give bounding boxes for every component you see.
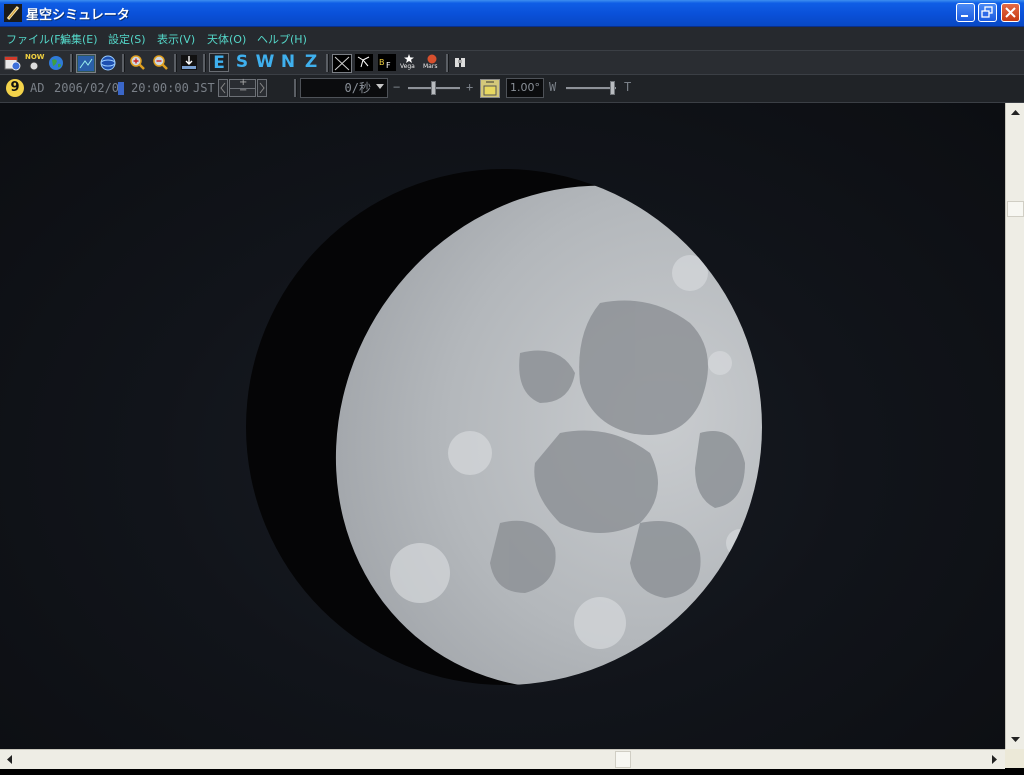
globe-icon[interactable] bbox=[47, 54, 65, 71]
scroll-up-button[interactable] bbox=[1007, 104, 1024, 121]
scroll-right-button[interactable] bbox=[986, 751, 1003, 768]
chevron-left-icon bbox=[220, 82, 226, 94]
app-icon[interactable] bbox=[4, 4, 22, 22]
menu-settings[interactable]: 設定(S) bbox=[108, 31, 146, 47]
scroll-down-button[interactable] bbox=[1007, 731, 1024, 748]
rate-plus-label: + bbox=[466, 80, 474, 94]
zoom-slider-track[interactable] bbox=[566, 87, 616, 90]
arrow-left-icon bbox=[7, 755, 12, 764]
vega-button[interactable]: Vega bbox=[400, 54, 418, 71]
chevron-right-icon bbox=[259, 82, 265, 94]
horizontal-scrollbar[interactable] bbox=[0, 749, 1005, 769]
time-back-button[interactable] bbox=[218, 79, 228, 97]
toolbar-separator bbox=[174, 54, 177, 72]
restore-icon bbox=[981, 6, 993, 18]
chart-mode-icon[interactable] bbox=[76, 54, 96, 73]
toolbar-separator bbox=[203, 54, 206, 72]
now-label: NOW bbox=[25, 53, 45, 61]
window-title: 星空シミュレータ bbox=[26, 8, 130, 23]
time-control-bar: 9 AD 2006/02/0 20:00:00 JST + − 0/秒 − + … bbox=[0, 75, 1024, 103]
arrow-right-icon bbox=[992, 755, 997, 764]
direction-zenith-button[interactable]: Z bbox=[301, 53, 321, 72]
menu-file[interactable]: ファイル(F) bbox=[6, 31, 65, 47]
toolbar-separator bbox=[122, 54, 125, 72]
arrow-up-icon bbox=[1011, 110, 1020, 115]
menu-edit[interactable]: 編集(E) bbox=[60, 31, 98, 47]
star-icon bbox=[404, 54, 414, 63]
zoom-wide-label: W bbox=[549, 80, 557, 94]
close-icon bbox=[1005, 7, 1016, 18]
zoom-out-icon[interactable] bbox=[151, 54, 169, 71]
sky-canvas[interactable] bbox=[0, 103, 1005, 749]
time-rate-select[interactable]: 0/秒 bbox=[300, 78, 388, 98]
names-icon[interactable]: B F bbox=[378, 54, 396, 71]
vega-label: Vega bbox=[400, 63, 415, 70]
scrollbar-corner bbox=[1005, 749, 1024, 768]
horizon-icon[interactable] bbox=[180, 54, 198, 71]
title-bar[interactable]: 星空シミュレータ bbox=[0, 0, 1024, 27]
constellation-icon[interactable] bbox=[355, 54, 373, 71]
toolbar-separator bbox=[70, 54, 73, 72]
direction-south-button[interactable]: S bbox=[232, 53, 252, 72]
moon-lit-side bbox=[335, 185, 762, 685]
clock-icon bbox=[29, 61, 39, 71]
zoom-in-icon[interactable] bbox=[128, 54, 146, 71]
toolbar-separator bbox=[294, 79, 297, 97]
vertical-scrollbar[interactable] bbox=[1005, 103, 1024, 749]
moon-age-badge: 9 bbox=[6, 79, 24, 97]
minimize-button[interactable] bbox=[956, 3, 975, 22]
spinner-minus: − bbox=[239, 85, 248, 96]
time-field[interactable]: 20:00:00 bbox=[131, 81, 189, 95]
calendar-icon[interactable] bbox=[3, 54, 21, 71]
toolbar-separator bbox=[446, 54, 449, 72]
menu-bar: ファイル(F) 編集(E) 設定(S) 表示(V) 天体(O) ヘルプ(H) bbox=[0, 27, 1024, 51]
sky-view[interactable] bbox=[0, 103, 1005, 749]
close-button[interactable] bbox=[1001, 3, 1020, 22]
zoom-tele-label: T bbox=[624, 80, 632, 94]
zoom-slider-thumb[interactable] bbox=[610, 81, 615, 95]
horizontal-scroll-thumb[interactable] bbox=[615, 751, 631, 768]
timezone-label: JST bbox=[193, 81, 215, 95]
direction-west-button[interactable]: W bbox=[255, 53, 275, 72]
moon[interactable] bbox=[239, 103, 919, 749]
date-field[interactable]: 2006/02/0 bbox=[54, 81, 119, 95]
direction-east-button[interactable]: E bbox=[209, 53, 229, 73]
toolbar: NOW E S W N Z B F Vega Mars bbox=[0, 51, 1024, 75]
menu-view[interactable]: 表示(V) bbox=[157, 31, 195, 47]
minimize-icon bbox=[961, 15, 968, 17]
fov-field[interactable]: 1.00° bbox=[506, 78, 544, 98]
scroll-left-button[interactable] bbox=[1, 751, 18, 768]
menu-help[interactable]: ヘルプ(H) bbox=[257, 31, 307, 47]
menu-objects[interactable]: 天体(O) bbox=[207, 31, 246, 47]
restore-button[interactable] bbox=[978, 3, 997, 22]
sphere-view-icon[interactable] bbox=[99, 54, 117, 71]
binoculars-icon[interactable] bbox=[451, 54, 469, 71]
era-label: AD bbox=[30, 81, 45, 95]
arrow-down-icon bbox=[1011, 737, 1020, 742]
toolbar-separator bbox=[326, 54, 329, 72]
mars-button[interactable]: Mars bbox=[423, 54, 441, 71]
svg-text:F: F bbox=[386, 61, 391, 70]
rate-slider-thumb[interactable] bbox=[431, 81, 436, 95]
direction-north-button[interactable]: N bbox=[278, 53, 298, 72]
now-button[interactable]: NOW bbox=[24, 53, 45, 71]
vertical-scroll-thumb[interactable] bbox=[1007, 201, 1024, 217]
text-cursor bbox=[118, 82, 124, 95]
time-step-spinner[interactable]: + − bbox=[229, 77, 256, 97]
field-of-view-icon[interactable] bbox=[480, 79, 500, 98]
svg-text:B: B bbox=[379, 58, 385, 67]
rate-minus-label: − bbox=[393, 80, 401, 94]
star-field-icon[interactable] bbox=[332, 54, 352, 73]
chevron-down-icon[interactable] bbox=[376, 80, 384, 92]
mars-label: Mars bbox=[423, 63, 438, 70]
time-forward-button[interactable] bbox=[257, 79, 267, 97]
